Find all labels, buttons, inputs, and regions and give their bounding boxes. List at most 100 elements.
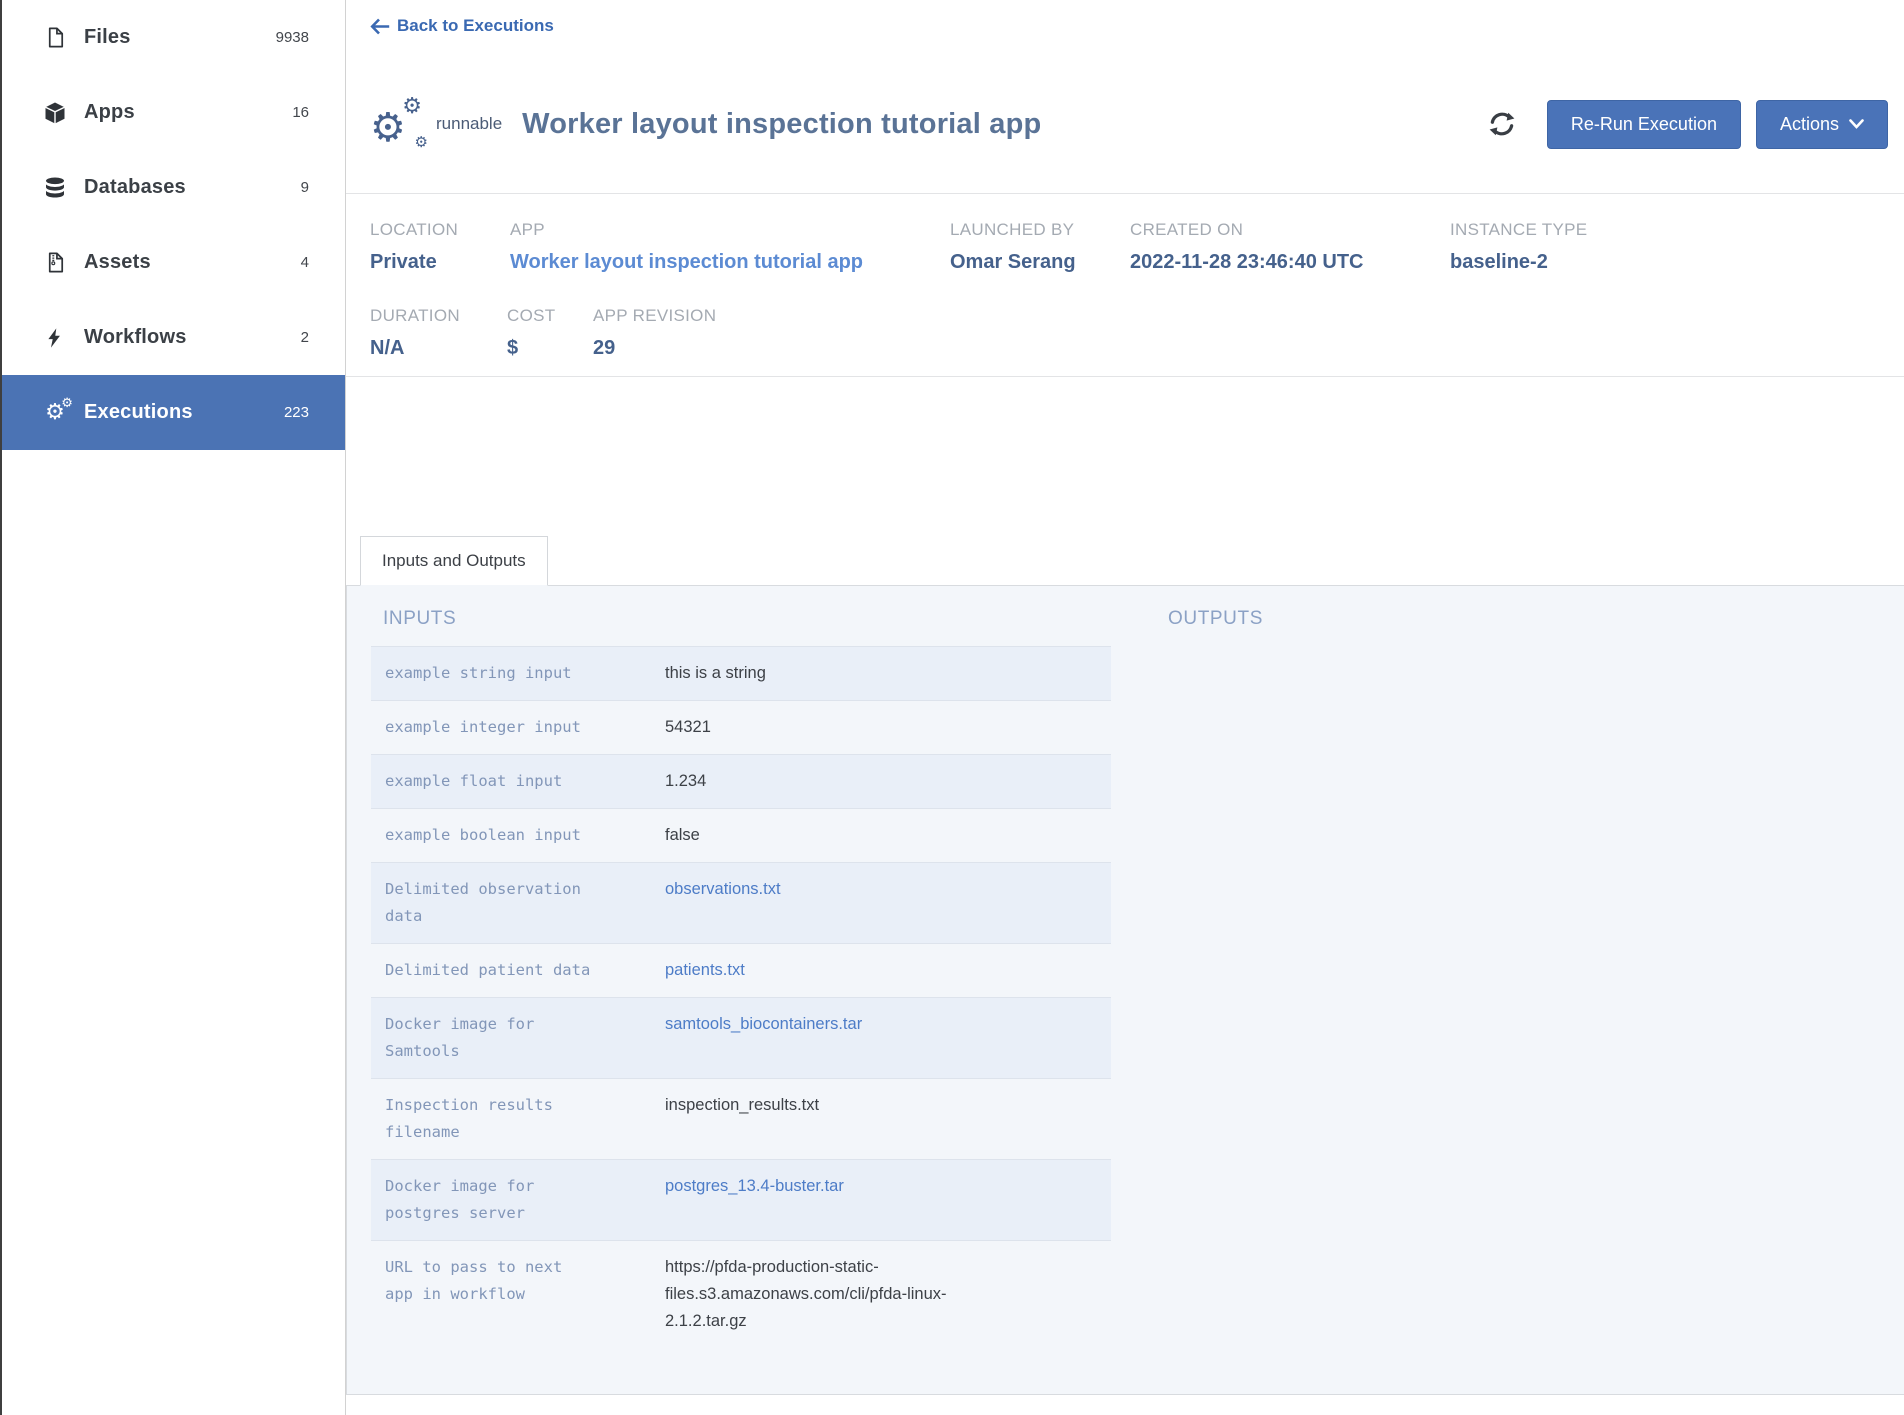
bolt-icon [42,325,68,351]
meta-location: LOCATION Private [370,220,510,276]
input-value: inspection_results.txt [665,1092,1000,1119]
sidebar-item-assets[interactable]: Assets 4 [0,225,345,300]
inputs-title: INPUTS [383,608,1111,630]
meta-created-on: CREATED ON 2022-11-28 23:46:40 UTC [1130,220,1450,276]
meta-duration-value: N/A [370,334,507,362]
meta-instance-type: INSTANCE TYPE baseline-2 [1450,220,1904,276]
sidebar-item-count: 223 [284,404,309,421]
outputs-section: OUTPUTS [1168,606,1263,646]
sidebar-item-count: 4 [301,254,309,271]
meta-app: APP Worker layout inspection tutorial ap… [510,220,950,276]
rerun-execution-button[interactable]: Re-Run Execution [1547,100,1741,149]
meta-duration: DURATION N/A [370,306,507,362]
sidebar-item-apps[interactable]: Apps16 [0,75,345,150]
input-key: Delimited observation data [385,876,597,930]
sidebar-item-label: Databases [84,176,186,199]
sidebar-item-label: Files [84,26,131,49]
input-key: example string input [385,660,597,687]
sidebar: Files9938Apps16 Databases 9 Assets 4 Workflow… [0,0,346,1415]
page-title: Worker layout inspection tutorial app [522,108,1041,141]
sidebar-item-executions[interactable]: ⚙⚙Executions223 [0,375,345,450]
input-key: Inspection results filename [385,1092,597,1146]
input-value-file-link[interactable]: samtools_biocontainers.tar [665,1011,1000,1038]
file-icon [42,25,68,51]
meta-app-revision: APP REVISION 29 [593,306,1904,362]
meta-created-on-value: 2022-11-28 23:46:40 UTC [1130,248,1450,276]
meta-launched-by-link[interactable]: Omar Serang [950,248,1130,276]
actions-button[interactable]: Actions [1756,100,1888,149]
refresh-icon [1487,109,1517,139]
refresh-button[interactable] [1487,109,1517,139]
metadata-section: LOCATION Private APP Worker layout inspe… [346,194,1904,362]
input-row: Inspection results filename inspection_re… [371,1078,1111,1159]
sidebar-item-label: Apps [84,101,135,124]
input-value: 54321 [665,714,1000,741]
meta-location-label: LOCATION [370,220,510,240]
input-value: false [665,822,1000,849]
metadata-divider [346,376,1904,377]
input-row: example string input this is a string [371,646,1111,700]
inputs-section: INPUTS example string input this is a str… [371,606,1111,1348]
meta-app-revision-label: APP REVISION [593,306,1904,326]
meta-duration-label: DURATION [370,306,507,326]
metadata-row-1: LOCATION Private APP Worker layout inspe… [370,220,1904,276]
input-value: 1.234 [665,768,1000,795]
input-value: https://pfda-production-static-files.s3.… [665,1254,1000,1335]
input-value-file-link[interactable]: postgres_13.4-buster.tar [665,1173,1000,1200]
rerun-execution-label: Re-Run Execution [1571,114,1717,135]
input-value-file-link[interactable]: observations.txt [665,876,1000,903]
meta-app-revision-value: 29 [593,334,1904,362]
meta-launched-by-label: LAUNCHED BY [950,220,1130,240]
input-key: example integer input [385,714,597,741]
back-to-executions-link[interactable]: Back to Executions [370,16,554,36]
input-value: this is a string [665,660,1000,687]
meta-app-link[interactable]: Worker layout inspection tutorial app [510,248,950,276]
sidebar-item-databases[interactable]: Databases 9 [0,150,345,225]
input-key: Delimited patient data [385,957,597,984]
input-row: example boolean input false [371,808,1111,862]
input-key: URL to pass to next app in workflow [385,1254,597,1308]
inputs-table: example string inputthis is a stringexam… [371,646,1111,1348]
sidebar-item-files[interactable]: Files9938 [0,0,345,75]
cube-icon [42,100,68,126]
title-row: ⚙⚙⚙ runnable Worker layout inspection tu… [370,97,1888,152]
main-content: Back to Executions ⚙⚙⚙ runnable Worker l… [346,0,1904,1415]
input-row: URL to pass to next app in workflow https… [371,1240,1111,1348]
meta-location-value: Private [370,248,510,276]
execution-gears-icon: ⚙⚙⚙ [370,100,426,148]
input-row: example integer input 54321 [371,700,1111,754]
sidebar-item-count: 2 [301,329,309,346]
sidebar-item-label: Workflows [84,326,187,349]
meta-instance-type-value: baseline-2 [1450,248,1904,276]
io-panel: INPUTS example string input this is a str… [346,585,1904,1395]
input-row: Delimited observation data observations.t… [371,862,1111,943]
runnable-badge: runnable [436,114,502,134]
input-key: Docker image for Samtools [385,1011,597,1065]
back-row: Back to Executions [346,0,1904,40]
meta-launched-by: LAUNCHED BY Omar Serang [950,220,1130,276]
meta-cost-label: COST [507,306,593,326]
input-row: Docker image for postgres server postgres… [371,1159,1111,1240]
meta-cost-value: $ [507,334,593,362]
sidebar-item-workflows[interactable]: Workflows 2 [0,300,345,375]
input-row: Docker image for Samtools samtools_biocon… [371,997,1111,1078]
meta-cost: COST $ [507,306,593,362]
sidebar-item-label: Assets [84,251,151,274]
input-key: example boolean input [385,822,597,849]
actions-label: Actions [1780,114,1839,135]
meta-app-label: APP [510,220,950,240]
back-arrow-icon [370,18,390,35]
outputs-title: OUTPUTS [1168,608,1263,630]
tab-inputs-and-outputs[interactable]: Inputs and Outputs [360,536,548,586]
back-link-label: Back to Executions [397,16,554,36]
chevron-down-icon [1849,119,1864,129]
sidebar-item-count: 9 [301,179,309,196]
database-icon [42,175,68,201]
input-row: example float input1.234 [371,754,1111,808]
meta-instance-type-label: INSTANCE TYPE [1450,220,1904,240]
file-archive-icon [42,250,68,276]
input-value-file-link[interactable]: patients.txt [665,957,1000,984]
input-key: Docker image for postgres server [385,1173,597,1227]
tab-strip: Inputs and Outputs [360,536,1904,585]
metadata-row-2: DURATION N/A COST $ APP REVISION 29 [370,306,1904,362]
